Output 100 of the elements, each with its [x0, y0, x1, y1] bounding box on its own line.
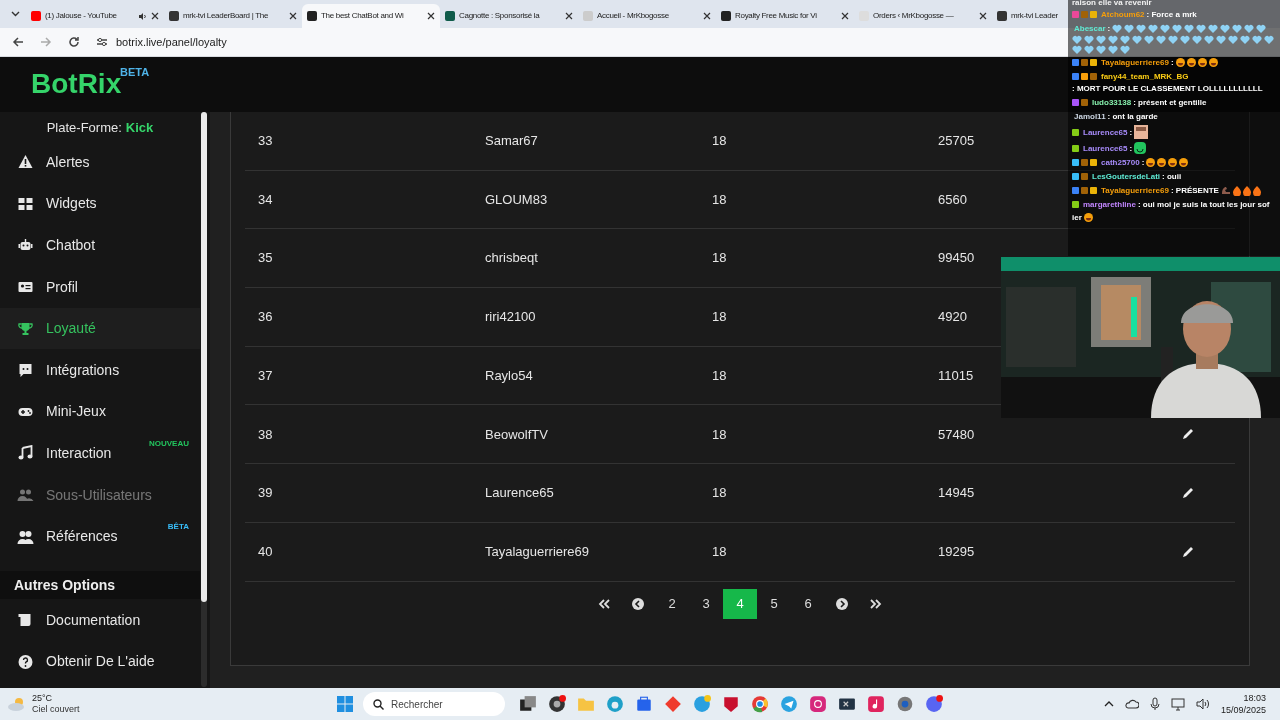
table-cell-text: 37	[257, 366, 274, 385]
camera-icon[interactable]	[809, 695, 827, 713]
favicon-icon	[307, 11, 317, 21]
chevron-right-circle-icon[interactable]	[836, 597, 848, 610]
chat-username[interactable]: margarethline	[1083, 199, 1136, 210]
laughing-face-icon	[1168, 158, 1178, 167]
page-button[interactable]: 2	[655, 588, 689, 619]
chat-username[interactable]: fany44_team_MRK_BG	[1101, 71, 1189, 82]
table-cell-text: 19295	[938, 542, 976, 561]
start-icon[interactable]	[337, 696, 353, 712]
edit-icon[interactable]	[1181, 485, 1195, 500]
chat-username[interactable]: cath25700	[1101, 157, 1140, 168]
sidebar-item[interactable]: Loyauté	[0, 307, 200, 350]
browser-tab[interactable]: The best ChatBot and Wi	[302, 4, 440, 28]
table-cell-text: GLOUM83	[485, 190, 549, 209]
heart-icon	[1208, 24, 1219, 33]
double-chevron-left-icon[interactable]	[598, 597, 610, 610]
record-icon[interactable]	[548, 695, 566, 713]
edit-icon[interactable]	[1181, 544, 1195, 559]
task-view-icon[interactable]	[519, 695, 537, 713]
table-cell-text: riri42100	[485, 308, 537, 327]
browser-tab[interactable]: Orders ‹ MrKbogosse —	[854, 4, 992, 28]
chat-username[interactable]: Tayalaguerriere69	[1101, 185, 1169, 196]
warning-icon	[17, 154, 34, 171]
chat-message: : PRÉSENTE	[1170, 185, 1219, 196]
chrome-icon[interactable]	[751, 695, 769, 713]
chat-message: :	[1129, 142, 1133, 154]
page-button[interactable]: 5	[757, 588, 791, 619]
laughing-face-icon	[1083, 213, 1093, 222]
sidebar-item[interactable]: Documentation	[0, 599, 200, 642]
browser-tab[interactable]: mrk-tvi Leader	[992, 4, 1066, 28]
terminal-icon[interactable]	[838, 695, 856, 713]
close-icon[interactable]	[703, 12, 711, 20]
heart-icon	[1196, 24, 1207, 33]
double-chevron-right-icon[interactable]	[870, 597, 882, 610]
table-cell-text: 18	[712, 190, 728, 209]
close-icon[interactable]	[289, 12, 297, 20]
close-icon[interactable]	[841, 12, 849, 20]
close-icon[interactable]	[979, 12, 987, 20]
scrollbar[interactable]	[201, 112, 207, 687]
table-cell-text: 18	[712, 308, 728, 327]
chat-username[interactable]: Laurence65	[1083, 126, 1128, 138]
table-cell-text: 33	[257, 132, 274, 151]
heart-icon	[1148, 24, 1159, 33]
close-icon[interactable]	[565, 12, 573, 20]
table-cell-text: Samar67	[485, 132, 539, 151]
chat-message: raison elle va revenir	[1071, 0, 1153, 8]
store-icon[interactable]	[635, 695, 653, 713]
table-cell-text: BeowolfTV	[485, 425, 549, 444]
speaker-icon[interactable]	[138, 11, 147, 21]
chat-username[interactable]: Laurence65	[1083, 142, 1128, 154]
section-heading: Autres Options	[14, 575, 116, 595]
fire-icon	[1242, 185, 1251, 196]
page-button[interactable]: 3	[689, 588, 723, 619]
grid-icon	[17, 195, 34, 212]
reload-icon[interactable]	[68, 36, 80, 48]
table-cell-text: 6560	[938, 190, 968, 209]
new-label: NOUVEAU	[149, 437, 189, 450]
favicon-icon	[445, 11, 455, 21]
chevron-up-icon[interactable]	[1103, 700, 1114, 708]
monitor-icon[interactable]	[1170, 697, 1185, 711]
shield-icon[interactable]	[722, 695, 740, 713]
close-icon[interactable]	[151, 12, 159, 20]
table-cell-text: 39	[257, 484, 274, 503]
speaker-icon[interactable]	[1195, 698, 1210, 710]
chat-message: :	[1141, 157, 1145, 168]
page-button[interactable]: 6	[791, 588, 825, 619]
address-bar[interactable]: botrix.live/panel/loyalty	[116, 33, 227, 51]
favicon-icon	[721, 11, 731, 21]
heart-icon	[1124, 24, 1135, 33]
edit-icon[interactable]	[1181, 427, 1195, 442]
sidebar-item[interactable]: Obtenir De L'aide	[0, 641, 200, 683]
smiley-icon	[1134, 142, 1147, 154]
chat-username[interactable]: Tayalaguerriere69	[1101, 57, 1169, 68]
chat-username[interactable]: Jamol11	[1074, 111, 1106, 122]
microphone-icon[interactable]	[1149, 697, 1160, 711]
site-settings-icon[interactable]	[96, 36, 108, 48]
back-icon[interactable]	[12, 36, 24, 48]
cloud-icon[interactable]	[1124, 699, 1139, 709]
search-field[interactable]: Rechercher	[363, 692, 505, 716]
diamond-icon[interactable]	[664, 695, 682, 713]
table-cell-text: 14945	[938, 484, 976, 503]
temperature: 25°C	[32, 693, 54, 704]
chat-message: :	[1129, 126, 1133, 138]
browser-tab[interactable]: Royalty Free Music for Vi	[716, 4, 854, 28]
browser-tab[interactable]: Accueil - MrKbogosse	[578, 4, 716, 28]
tab-search-icon[interactable]	[10, 11, 20, 17]
paper-plane-icon[interactable]	[780, 695, 798, 713]
chat-username[interactable]: LesGoutersdeLati	[1092, 171, 1160, 182]
browser-tab[interactable]: mrk-tvi LeaderBoard | The	[164, 4, 302, 28]
table-cell-text: 34	[257, 190, 274, 209]
close-icon[interactable]	[427, 12, 435, 20]
browser-tab[interactable]: Cagnotte : Sponsorisé la	[440, 4, 578, 28]
chevron-left-circle-icon[interactable]	[632, 597, 644, 610]
music-note-icon[interactable]	[867, 695, 885, 713]
trophy-icon	[17, 320, 34, 337]
chat-username[interactable]: ludo33138	[1092, 97, 1132, 108]
clock[interactable]: 18:03 15/09/2025	[1220, 692, 1266, 716]
table-cell-text: Raylo54	[485, 366, 534, 385]
browser-tab[interactable]: (1) Jalouse - YouTube	[26, 4, 164, 28]
